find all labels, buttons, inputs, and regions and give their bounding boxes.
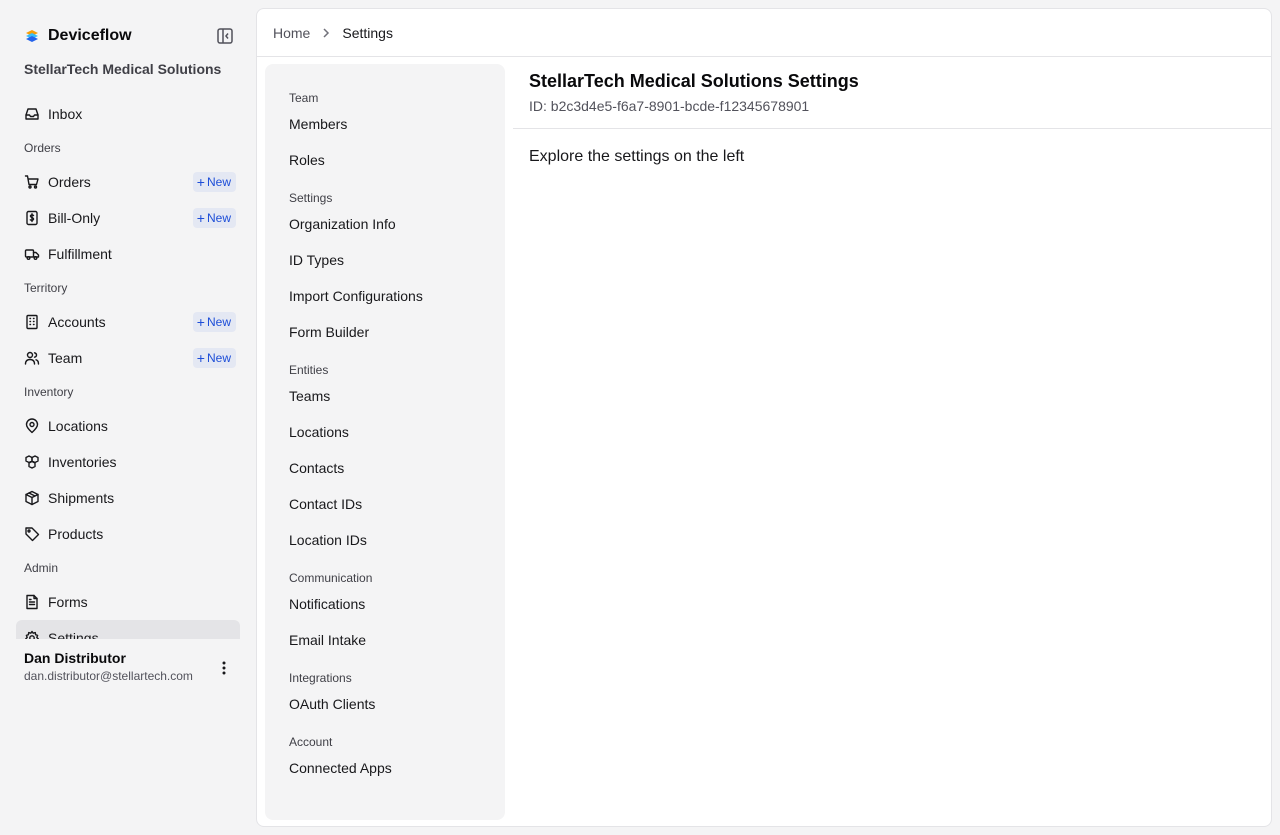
users-icon: [24, 351, 40, 365]
settings-nav-members[interactable]: Members: [289, 114, 489, 150]
new-label: New: [206, 175, 231, 189]
brand[interactable]: Deviceflow: [24, 24, 234, 48]
nav-group-admin: Admin: [24, 561, 59, 575]
nav-group-orders: Orders: [24, 141, 61, 155]
new-team-button[interactable]: + New: [192, 348, 236, 368]
empty-state-text: Explore the settings on the left: [529, 148, 745, 165]
new-orders-button[interactable]: + New: [192, 172, 236, 192]
new-label: New: [206, 211, 231, 225]
settings-nav-organization-info[interactable]: Organization Info: [289, 214, 489, 250]
receipt-icon: [26, 210, 38, 226]
settings-nav-locations[interactable]: Locations: [289, 422, 489, 458]
sidebar-item-label: Products: [48, 526, 104, 542]
settings-nav-import-configurations[interactable]: Import Configurations: [289, 286, 489, 322]
org-name: StellarTech Medical Solutions: [24, 61, 222, 77]
breadcrumb-home-link[interactable]: Home: [273, 25, 310, 41]
more-vertical-icon: [222, 661, 226, 675]
sidebar-item-label: Forms: [48, 594, 88, 610]
sidebar-collapse-icon[interactable]: [216, 27, 234, 45]
tag-icon: [25, 527, 40, 542]
sidebar-item-label: Fulfillment: [48, 246, 112, 262]
settings-nav-teams[interactable]: Teams: [289, 386, 489, 422]
sidebar-item-label: Bill-Only: [48, 210, 101, 226]
sidebar-item-team[interactable]: Team + New: [16, 340, 240, 376]
new-bill-only-button[interactable]: + New: [192, 208, 236, 228]
page-title: StellarTech Medical Solutions Settings: [529, 71, 859, 91]
sidebar-item-inventories[interactable]: Inventories: [16, 444, 240, 480]
sidebar-item-inbox[interactable]: Inbox: [16, 96, 240, 132]
sidebar-item-label: Locations: [48, 418, 108, 434]
settings-nav-email-intake[interactable]: Email Intake: [289, 630, 489, 666]
plus-icon: +: [196, 314, 205, 330]
content-divider: [513, 128, 1271, 129]
settings-nav-location-ids[interactable]: Location IDs: [289, 530, 489, 566]
sidebar: Deviceflow StellarTech Medical Solutions…: [0, 0, 256, 835]
header-divider: [257, 56, 1271, 57]
settings-nav-connected-apps[interactable]: Connected Apps: [289, 758, 489, 794]
sidebar-item-accounts[interactable]: Accounts + New: [16, 304, 240, 340]
new-label: New: [206, 315, 231, 329]
sidebar-item-label: Shipments: [48, 490, 115, 506]
settings-group-integrations: Integrations: [289, 671, 352, 685]
chevron-right-icon: [322, 28, 330, 38]
file-text-icon: [26, 594, 38, 610]
settings-nav-contacts[interactable]: Contacts: [289, 458, 489, 494]
sidebar-item-settings[interactable]: Settings: [16, 620, 240, 639]
sidebar-item-label: Team: [48, 350, 83, 366]
deviceflow-logo-icon: [26, 30, 38, 42]
inbox-icon: [25, 108, 39, 120]
plus-icon: +: [196, 174, 205, 190]
app-name: Deviceflow: [48, 27, 132, 44]
user-menu-button[interactable]: [214, 658, 234, 678]
sidebar-item-orders[interactable]: Orders + New: [16, 164, 240, 200]
nav-group-territory: Territory: [24, 281, 68, 295]
gear-icon: [25, 630, 39, 639]
settings-nav-roles[interactable]: Roles: [289, 150, 489, 186]
settings-nav-oauth-clients[interactable]: OAuth Clients: [289, 694, 489, 730]
settings-group-communication: Communication: [289, 571, 373, 585]
settings-nav-form-builder[interactable]: Form Builder: [289, 322, 489, 358]
user-profile: Dan Distributor dan.distributor@stellart…: [24, 650, 240, 683]
breadcrumb-current: Settings: [342, 25, 393, 41]
sidebar-item-shipments[interactable]: Shipments: [16, 480, 240, 516]
breadcrumb: Home Settings: [273, 23, 393, 43]
sidebar-item-label: Accounts: [48, 314, 106, 330]
settings-group-team: Team: [289, 91, 319, 105]
sidebar-item-fulfillment[interactable]: Fulfillment: [16, 236, 240, 272]
user-name: Dan Distributor: [24, 650, 126, 666]
plus-icon: +: [196, 350, 205, 366]
new-label: New: [206, 351, 231, 365]
sidebar-item-forms[interactable]: Forms: [16, 584, 240, 620]
plus-icon: +: [196, 210, 205, 226]
sidebar-item-locations[interactable]: Locations: [16, 408, 240, 444]
sidebar-item-bill-only[interactable]: Bill-Only + New: [16, 200, 240, 236]
nav-group-inventory: Inventory: [24, 385, 74, 399]
settings-group-settings: Settings: [289, 191, 333, 205]
map-pin-icon: [25, 418, 39, 434]
sidebar-item-label: Inventories: [48, 454, 117, 470]
sidebar-nav: Inbox Orders Orders + New Bill-Only + New Fulfil…: [16, 96, 240, 639]
sidebar-item-label: Settings: [48, 630, 99, 639]
sidebar-item-products[interactable]: Products: [16, 516, 240, 552]
settings-group-account: Account: [289, 735, 333, 749]
boxes-icon: [25, 455, 39, 469]
settings-group-entities: Entities: [289, 363, 329, 377]
org-id: ID: b2c3d4e5-f6a7-8901-bcde-f12345678901: [529, 98, 810, 114]
cart-icon: [24, 175, 39, 189]
main-panel: Home Settings Team Members Roles Settings Or…: [256, 8, 1272, 827]
settings-nav-notifications[interactable]: Notifications: [289, 594, 489, 630]
sidebar-item-label: Orders: [48, 174, 91, 190]
package-icon: [25, 490, 39, 506]
settings-nav-id-types[interactable]: ID Types: [289, 250, 489, 286]
sidebar-item-label: Inbox: [48, 106, 83, 122]
truck-icon: [24, 249, 40, 260]
settings-nav-contact-ids[interactable]: Contact IDs: [289, 494, 489, 530]
user-email: dan.distributor@stellartech.com: [24, 669, 193, 683]
building-icon: [26, 314, 38, 330]
new-accounts-button[interactable]: + New: [192, 312, 236, 332]
settings-nav: Team Members Roles Settings Organization Inf…: [265, 64, 505, 820]
